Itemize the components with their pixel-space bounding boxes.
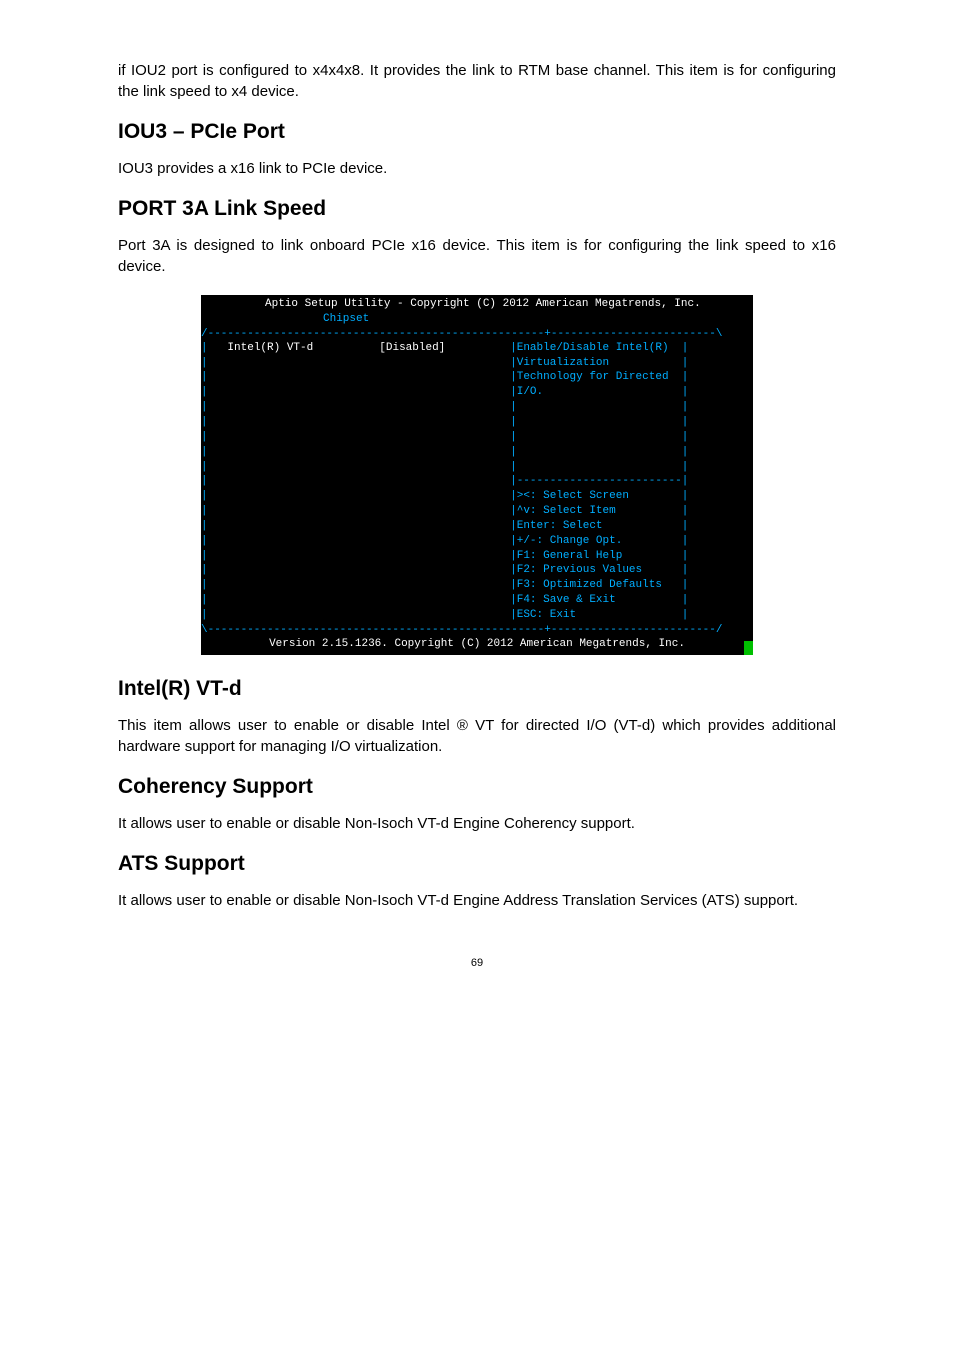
page-number: 69 [118, 957, 836, 969]
paragraph-vtd: This item allows user to enable or disab… [118, 715, 836, 757]
bios-left-pane: | Intel(R) VT-d [Disabled] | | | | | | |… [201, 340, 510, 624]
bios-key-hint: +/-: Change Opt. [517, 535, 623, 547]
bios-key-hint: ><: Select Screen [517, 490, 629, 502]
bios-key-hint: F2: Previous Values [517, 564, 642, 576]
bios-footer-marker [744, 641, 753, 655]
bios-right-pane: |Enable/Disable Intel(R) | |Virtualizati… [510, 340, 753, 624]
bios-key-hint: Enter: Select [517, 520, 603, 532]
heading-coherency: Coherency Support [118, 775, 836, 799]
bios-item-name: Intel(R) VT-d [227, 342, 313, 354]
bios-help-line: Enable/Disable Intel(R) [517, 342, 669, 354]
paragraph-iou3: IOU3 provides a x16 link to PCIe device. [118, 158, 836, 179]
bios-key-hint: ESC: Exit [517, 609, 576, 621]
bios-version: Version 2.15.1236. Copyright (C) 2012 Am… [269, 638, 685, 650]
paragraph-ats: It allows user to enable or disable Non-… [118, 890, 836, 911]
paragraph-coherency: It allows user to enable or disable Non-… [118, 813, 836, 834]
paragraph-port3a: Port 3A is designed to link onboard PCIe… [118, 235, 836, 277]
bios-key-hint: ^v: Select Item [517, 505, 616, 517]
heading-port3a: PORT 3A Link Speed [118, 197, 836, 221]
bios-title: Aptio Setup Utility - Copyright (C) 2012… [201, 297, 753, 312]
bios-top-divider: /---------------------------------------… [201, 328, 753, 340]
bios-help-line: Technology for Directed [517, 371, 669, 383]
bios-footer: Version 2.15.1236. Copyright (C) 2012 Am… [201, 636, 753, 655]
bios-key-hint: F3: Optimized Defaults [517, 579, 662, 591]
bios-bottom-divider: \---------------------------------------… [201, 624, 753, 636]
bios-help-line: I/O. [517, 386, 543, 398]
bios-screenshot: Aptio Setup Utility - Copyright (C) 2012… [201, 295, 753, 655]
heading-ats: ATS Support [118, 852, 836, 876]
bios-right-divider: |------------------------- [510, 475, 682, 487]
bios-key-hint: F1: General Help [517, 550, 623, 562]
paragraph-iou2-note: if IOU2 port is configured to x4x4x8. It… [118, 60, 836, 102]
bios-key-hint: F4: Save & Exit [517, 594, 616, 606]
heading-vtd: Intel(R) VT-d [118, 677, 836, 701]
bios-header: Aptio Setup Utility - Copyright (C) 2012… [201, 295, 753, 328]
heading-iou3: IOU3 – PCIe Port [118, 120, 836, 144]
bios-item-value: [Disabled] [379, 342, 445, 354]
bios-body: | Intel(R) VT-d [Disabled] | | | | | | |… [201, 340, 753, 624]
bios-tab-chipset: Chipset [201, 312, 753, 327]
bios-help-line: Virtualization [517, 357, 609, 369]
